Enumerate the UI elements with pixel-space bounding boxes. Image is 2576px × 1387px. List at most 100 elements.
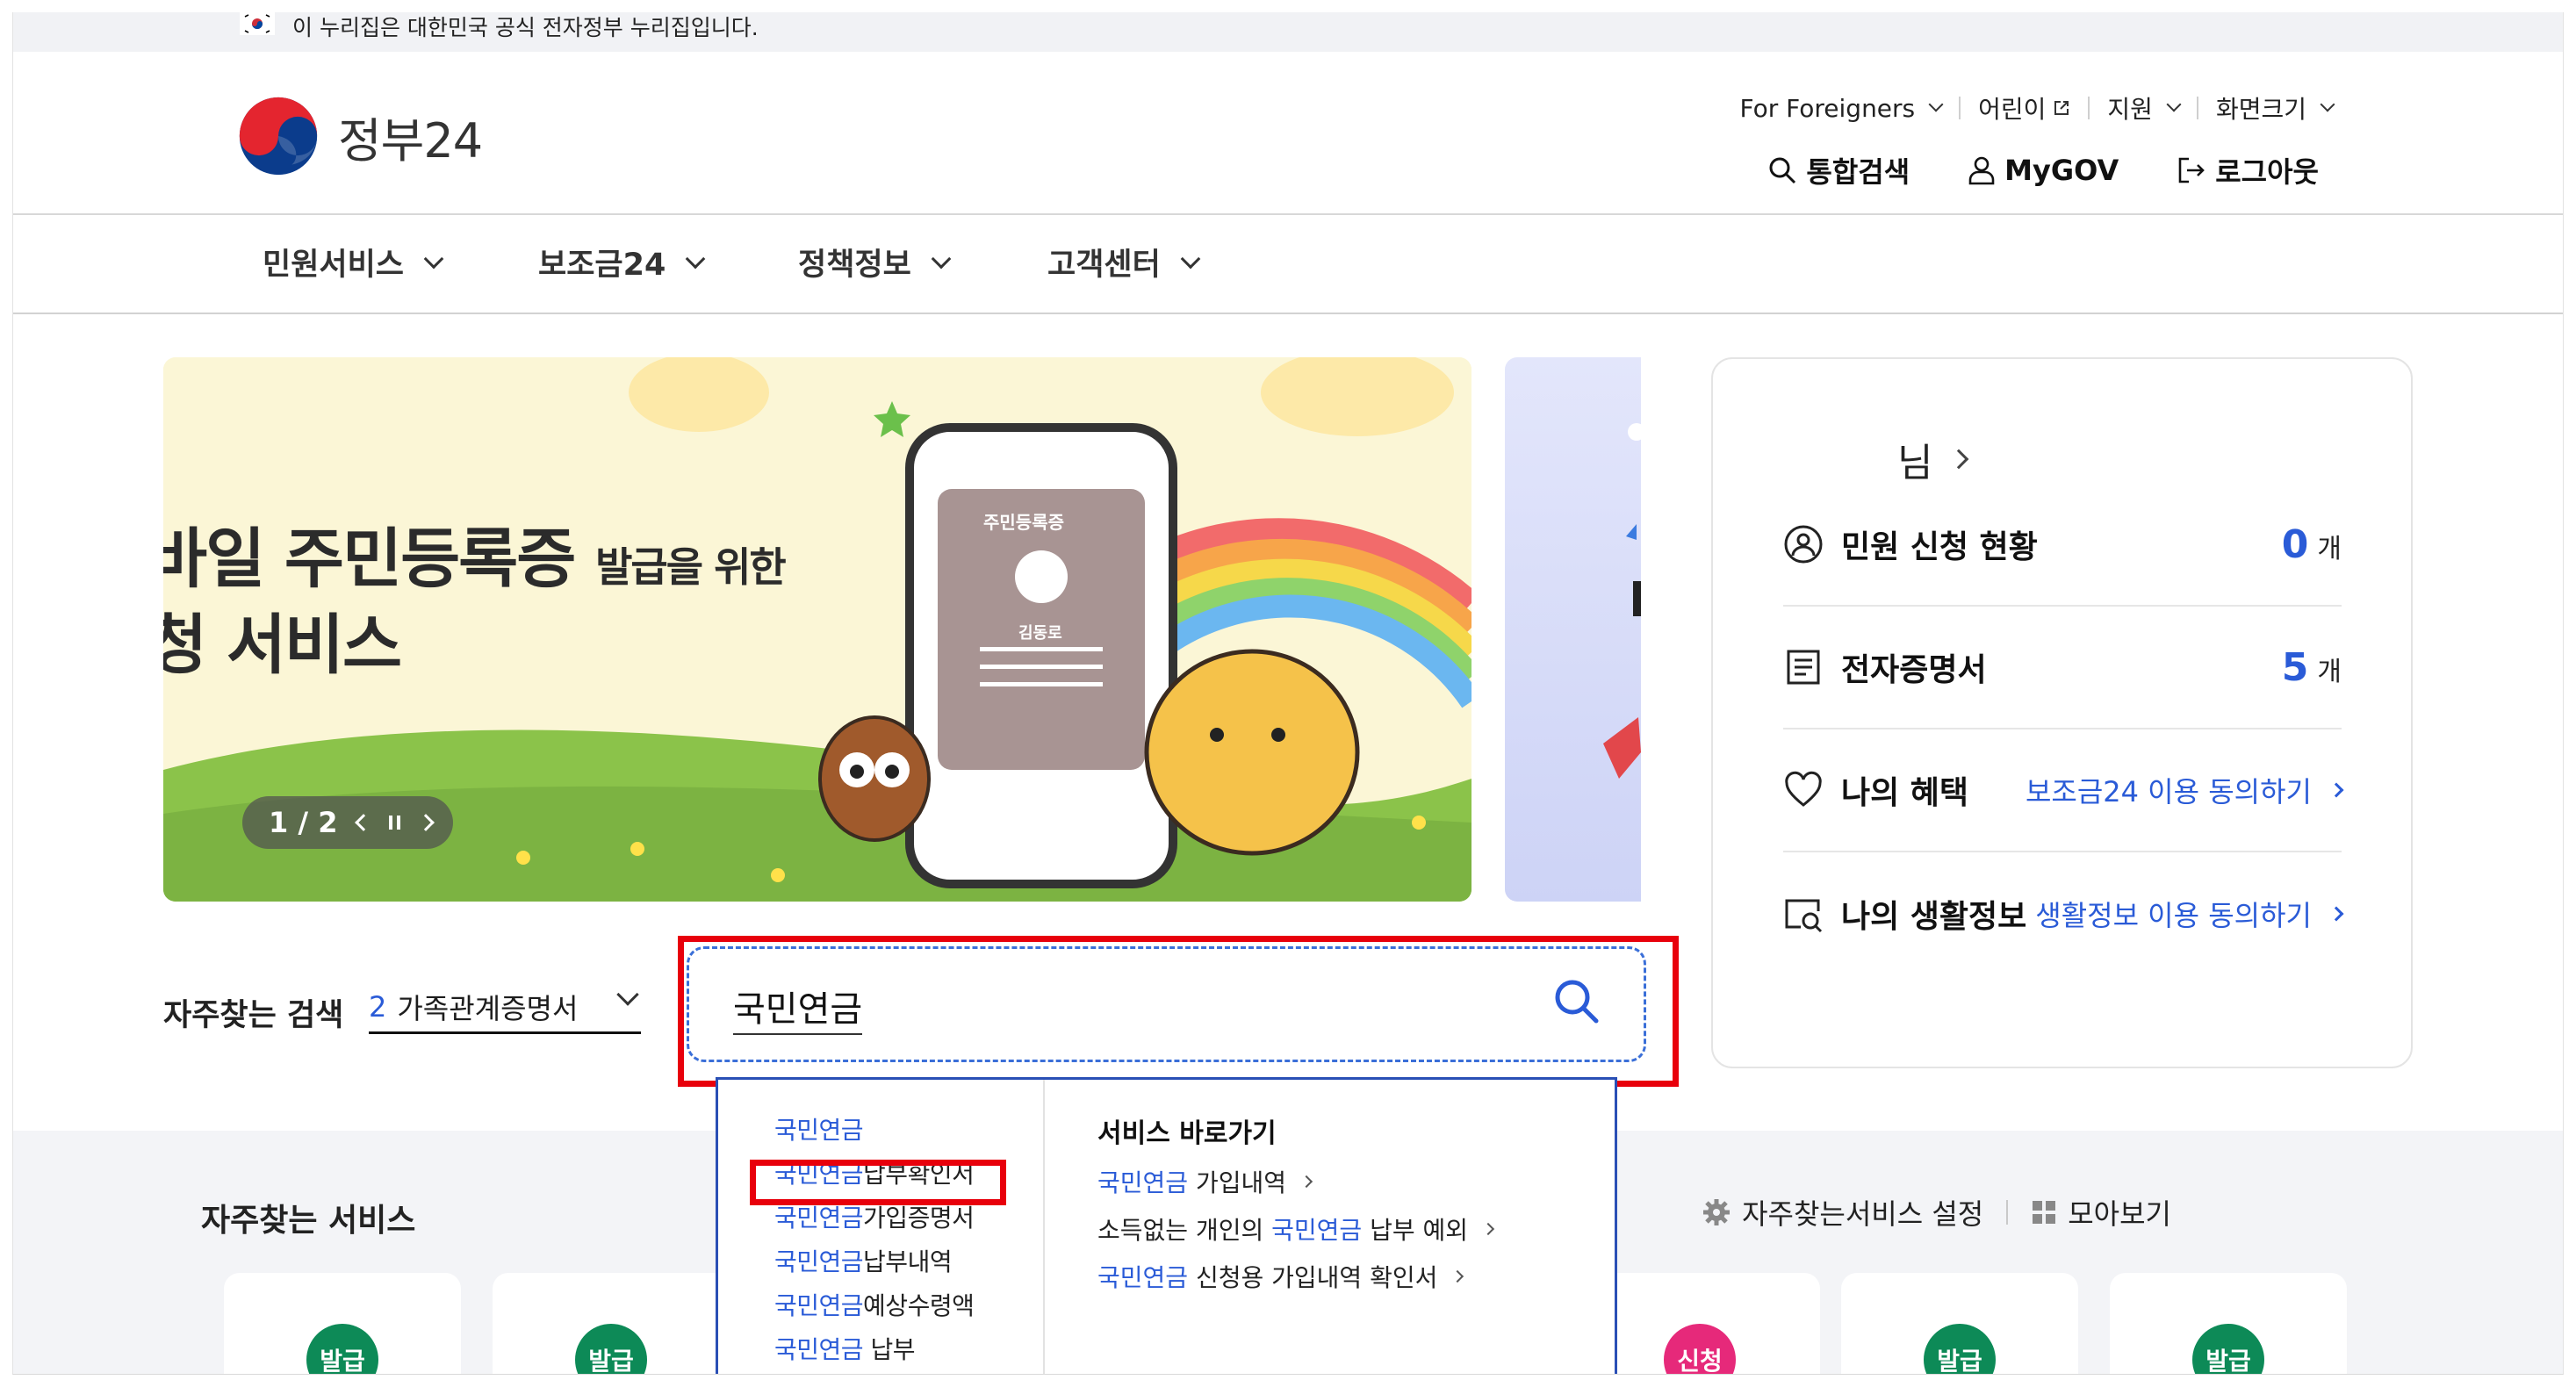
chevron-right-icon: [2328, 782, 2344, 798]
apply-badge: 신청: [1664, 1324, 1736, 1374]
service-card[interactable]: 발급: [1841, 1273, 2078, 1374]
hero-banner-slide-next[interactable]: [1505, 357, 1641, 902]
mygov-label: MyGOV: [2004, 154, 2119, 187]
suggestion-rest: 예상수령액: [863, 1291, 975, 1320]
service-card[interactable]: 발급: [224, 1273, 461, 1374]
font-size-menu[interactable]: 화면크기: [2215, 90, 2335, 126]
chevron-right-icon: [1481, 1222, 1495, 1236]
subsidy-consent-link[interactable]: 보조금24 이용 동의하기: [2025, 770, 2344, 810]
prev-slide-icon[interactable]: [354, 814, 372, 831]
id-card-title: 주민등록증: [983, 512, 1064, 533]
shortcut-suffix: 가입내역: [1188, 1168, 1286, 1197]
chevron-down-icon: [423, 248, 444, 269]
suggestion-rest: 납부내역: [863, 1247, 953, 1276]
search-autocomplete-dropdown: 국민연금 국민연금납부확인서 국민연금가입증명서 국민연금납부내역 국민연금예상…: [716, 1077, 1617, 1374]
nav-subsidy24[interactable]: 보조금24: [538, 240, 706, 284]
service-card[interactable]: 신청: [1583, 1273, 1820, 1374]
frequent-services-tools: 자주찾는서비스 설정 모아보기: [1702, 1192, 2171, 1232]
browser-viewport: 이 누리집은 대한민국 공식 전자정부 누리집입니다. 정부24 For For…: [12, 12, 2564, 1375]
logo[interactable]: 정부24: [236, 94, 483, 178]
shortcut-match: 국민연금: [1271, 1216, 1363, 1245]
frequent-search-label: 자주찾는 검색: [163, 998, 344, 1033]
kids-link[interactable]: 어린이: [1978, 90, 2070, 126]
id-card-name: 김동로: [1018, 624, 1062, 643]
frequent-search-dropdown[interactable]: 2 가족관계증명서: [369, 981, 641, 1034]
official-notice-banner: 이 누리집은 대한민국 공식 전자정부 누리집입니다.: [13, 12, 2563, 52]
view-all-label: 모아보기: [2068, 1197, 2171, 1231]
service-shortcut-link[interactable]: 소득없는 개인의 국민연금 납부 예외: [1097, 1211, 1495, 1247]
document-icon: [1787, 650, 1820, 685]
hero-title-line2: 청 서비스: [163, 607, 402, 683]
chevron-down-icon: [2166, 97, 2182, 112]
hero-banner-slide[interactable]: 바일 주민등록증 발급을 위한 청 서비스 주민등록증 김동로 1 / 2: [163, 357, 1471, 902]
suggestion-item[interactable]: 국민연금예상수령액: [774, 1287, 975, 1322]
search-input[interactable]: 국민연금: [733, 981, 863, 1035]
chevron-right-icon: [2328, 906, 2344, 922]
divider: [2006, 1200, 2009, 1225]
application-status-row[interactable]: 민원 신청 현황 0개: [1783, 484, 2342, 607]
suggestion-match: 국민연금: [774, 1335, 864, 1364]
service-shortcut-link[interactable]: 국민연금 가입내역: [1097, 1164, 1313, 1199]
logout-button[interactable]: 로그아웃: [2177, 150, 2319, 190]
divider: [2088, 97, 2090, 119]
person-icon: [1968, 156, 1995, 185]
e-certificate-row[interactable]: 전자증명서 5개: [1783, 607, 2342, 729]
integrated-search-button[interactable]: 통합검색: [1767, 150, 1910, 190]
nav-civil-service[interactable]: 민원서비스: [263, 240, 444, 284]
user-greeting[interactable]: 님: [1897, 431, 1969, 487]
for-foreigners-label: For Foreigners: [1739, 93, 1916, 123]
logo-text: 정부24: [338, 112, 483, 169]
service-card[interactable]: 발급: [2110, 1273, 2347, 1374]
count-unit: 개: [2317, 656, 2342, 687]
my-benefits-row: 나의 혜택 보조금24 이용 동의하기: [1783, 729, 2344, 852]
slide-pager: 1 / 2: [242, 796, 453, 849]
issue-badge: 발급: [1924, 1324, 1996, 1374]
life-info-consent-text: 생활정보 이용 동의하기: [2035, 899, 2312, 932]
for-foreigners-menu[interactable]: For Foreigners: [1739, 93, 1944, 123]
chevron-down-icon: [931, 248, 952, 269]
service-card[interactable]: 발급: [493, 1273, 730, 1374]
issue-badge: 발급: [575, 1324, 647, 1374]
pause-icon[interactable]: [388, 816, 400, 830]
logout-label: 로그아웃: [2215, 155, 2319, 189]
utility-nav: For Foreigners 어린이 지원 화면크기: [1739, 90, 2335, 126]
chevron-down-icon: [1928, 97, 1944, 112]
nav-customer-center-label: 고객센터: [1047, 248, 1161, 283]
search-box[interactable]: 국민연금: [687, 946, 1646, 1062]
subsidy-consent-text: 보조금24 이용 동의하기: [2025, 775, 2312, 808]
gear-icon: [1703, 1199, 1731, 1225]
font-size-label: 화면크기: [2215, 95, 2306, 124]
search-icon: [1769, 157, 1796, 184]
suggestion-item[interactable]: 국민연금: [774, 1111, 864, 1146]
suggestion-item[interactable]: 국민연금 납부: [774, 1331, 915, 1366]
nav-policy-info-label: 정책정보: [798, 248, 911, 283]
life-info-consent-link[interactable]: 생활정보 이용 동의하기: [2035, 894, 2344, 934]
nav-civil-service-label: 민원서비스: [263, 248, 405, 283]
view-all-button[interactable]: 모아보기: [2031, 1192, 2171, 1232]
nav-customer-center[interactable]: 고객센터: [1047, 240, 1201, 284]
support-menu[interactable]: 지원: [2107, 90, 2182, 126]
suggestion-item[interactable]: 국민연금가입증명서: [774, 1199, 975, 1234]
frequent-services-settings-button[interactable]: 자주찾는서비스 설정: [1702, 1192, 1983, 1232]
suggestion-match: 국민연금: [774, 1291, 864, 1320]
integrated-search-label: 통합검색: [1806, 155, 1910, 189]
service-shortcut-link[interactable]: 국민연금 신청용 가입내역 확인서: [1097, 1259, 1464, 1294]
user-circle-icon: [1784, 525, 1823, 564]
mygov-button[interactable]: MyGOV: [1968, 150, 2119, 190]
life-info-row: 나의 생활정보 생활정보 이용 동의하기: [1783, 852, 2344, 975]
issue-badge: 발급: [2192, 1324, 2264, 1374]
divider: [1959, 97, 1961, 119]
hero-title-line1: 바일 주민등록증 발급을 위한: [163, 507, 787, 600]
suggestion-match: 국민연금: [774, 1247, 864, 1276]
e-certificate-count: 5: [2281, 644, 2309, 690]
chevron-down-icon: [616, 983, 639, 1006]
search-icon[interactable]: [1551, 975, 1603, 1028]
shortcut-suffix: 납부 예외: [1362, 1216, 1469, 1245]
service-shortcut-title: 서비스 바로가기: [1097, 1118, 1277, 1149]
suggestion-item[interactable]: 국민연금납부내역: [774, 1243, 953, 1278]
chevron-right-icon: [1299, 1175, 1313, 1189]
nav-policy-info[interactable]: 정책정보: [798, 240, 952, 284]
search-window-icon: [1785, 899, 1823, 933]
next-slide-icon[interactable]: [416, 814, 435, 831]
hero-title-sub: 발급을 위한: [595, 543, 787, 591]
